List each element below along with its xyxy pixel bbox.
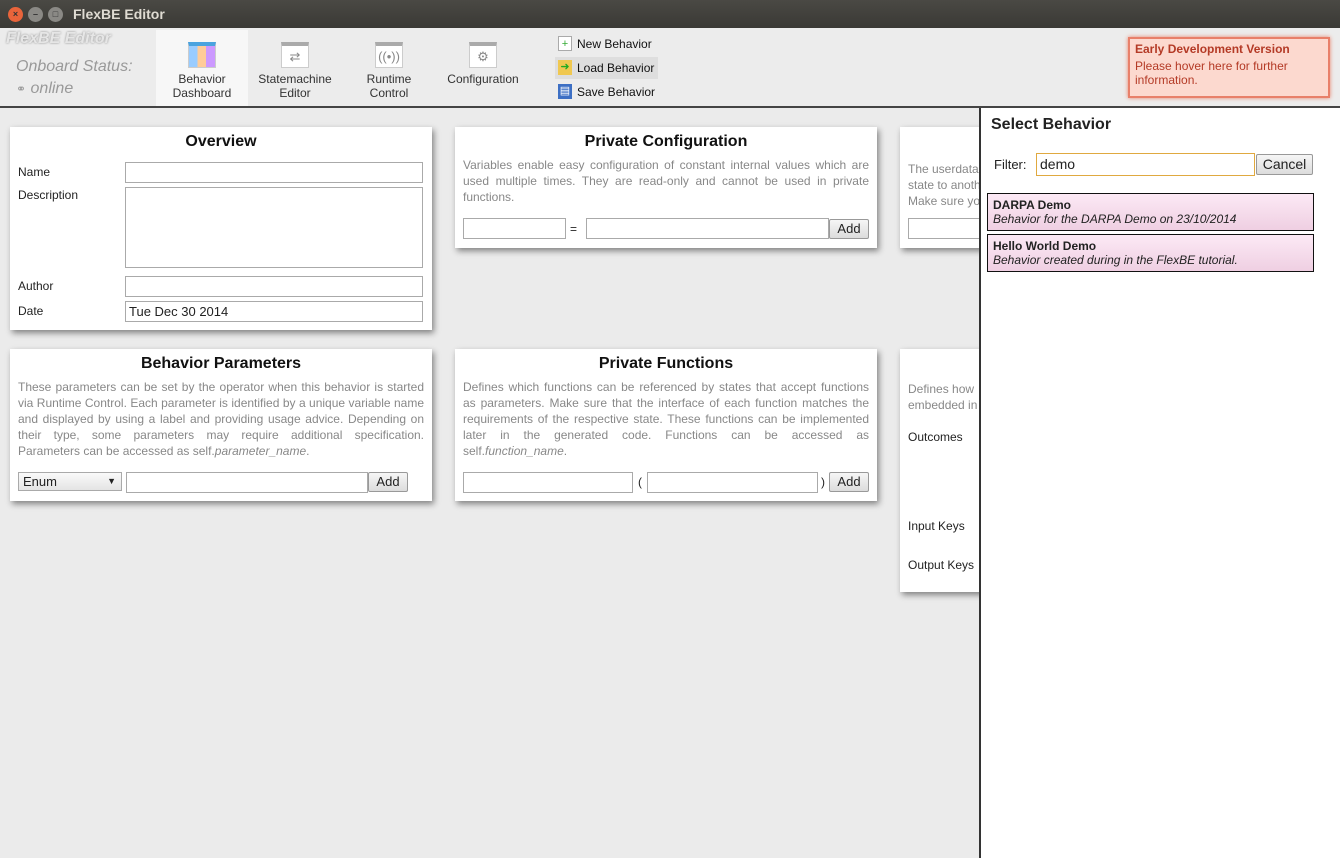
panel-description: Variables enable easy configuration of c… [463,158,869,204]
panel-title: Overview [185,133,257,150]
panel-description: These parameters can be set by the opera… [18,380,424,458]
date-label: Date [18,304,44,318]
save-disk-icon: ▤ [558,84,572,99]
title-bar: × – □ FlexBE Editor [0,0,1340,28]
action-label: New Behavior [577,37,652,51]
early-development-warning[interactable]: Early Development Version Please hover he… [1128,37,1330,98]
panel-title: Private Configuration [584,133,748,150]
outcomes-label: Outcomes [908,430,963,444]
equals-sign: = [570,222,578,236]
link-icon: ⚭ [16,82,27,96]
behavior-list-item[interactable]: Hello World Demo Behavior created during … [987,234,1314,272]
variable-name-input[interactable] [463,218,566,239]
select-behavior-panel: Select Behavior Filter: demo Cancel DARP… [979,108,1340,858]
description-em: parameter_name [214,444,307,458]
selected-type: Enum [23,474,57,489]
name-input[interactable] [125,162,423,183]
panel-title: Select Behavior [991,116,1112,133]
add-variable-button[interactable]: Add [829,219,869,239]
toolbar: FlexBE Editor Onboard Status: ⚭ online B… [0,28,1340,108]
nav-statemachine-editor[interactable]: ⇄ Statemachine Editor [249,30,341,106]
parameter-type-select[interactable]: Enum ▼ [18,472,122,491]
onboard-status: ⚭ online [16,80,73,98]
nav-configuration[interactable]: ⚙ Configuration [437,30,529,106]
nav-label: Statemachine [258,72,332,86]
new-file-icon: + [558,36,572,51]
load-folder-icon: ➜ [558,60,572,75]
warning-title: Early Development Version [1135,42,1290,56]
panel-description: Defines which functions can be reference… [463,380,869,458]
behavior-list-item[interactable]: DARPA Demo Behavior for the DARPA Demo on… [987,193,1314,231]
author-label: Author [18,279,54,293]
warning-text: Please hover here for further informatio… [1135,59,1288,87]
name-label: Name [18,165,51,179]
load-behavior-button[interactable]: ➜ Load Behavior [555,57,659,79]
onboard-status-label: Onboard Status: [16,58,133,75]
brand-logo: FlexBE Editor [6,30,111,47]
nav-label: Control [369,86,409,100]
behavior-name: Hello World Demo [993,239,1097,253]
panel-title: Behavior Parameters [140,355,302,372]
open-paren: ( [638,475,642,489]
nav-behavior-dashboard[interactable]: Behavior Dashboard [156,30,248,106]
parameter-name-input[interactable] [126,472,368,493]
overview-panel: Overview Name Description Author Date Tu… [10,127,432,330]
author-input[interactable] [125,276,423,297]
dropdown-arrow-icon: ▼ [107,476,116,486]
minimize-window-button[interactable]: – [28,7,43,22]
onboard-status-value: online [30,80,74,97]
cancel-button[interactable]: Cancel [1256,154,1313,175]
statemachine-icon: ⇄ [281,42,309,68]
function-args-input[interactable] [647,472,818,493]
action-label: Save Behavior [577,85,656,99]
nav-runtime-control[interactable]: ((•)) Runtime Control [343,30,435,106]
description-em: function_name [485,444,564,458]
date-input[interactable]: Tue Dec 30 2014 [125,301,423,322]
input-keys-label: Input Keys [908,519,965,533]
nav-label: Runtime [366,72,412,86]
nav-label: Dashboard [172,86,232,100]
behavior-name: DARPA Demo [993,198,1072,212]
variable-value-input[interactable] [586,218,829,239]
add-parameter-button[interactable]: Add [368,472,408,492]
new-behavior-button[interactable]: + New Behavior [555,33,656,55]
description-label: Description [18,188,79,202]
close-window-button[interactable]: × [8,7,23,22]
nav-label: Configuration [447,72,519,86]
behavior-description: Behavior for the DARPA Demo on 23/10/201… [993,212,1237,226]
private-functions-panel: Private Functions Defines which function… [455,349,877,501]
close-paren: ) [821,475,825,489]
save-behavior-button[interactable]: ▤ Save Behavior [555,81,659,103]
output-keys-label: Output Keys [908,558,975,572]
nav-label: Behavior [178,72,226,86]
panel-title: Private Functions [598,355,734,372]
gear-icon: ⚙ [469,42,497,68]
maximize-window-button[interactable]: □ [48,7,63,22]
function-name-input[interactable] [463,472,633,493]
dashboard-icon [188,42,216,68]
runtime-icon: ((•)) [375,42,403,68]
description-textarea[interactable] [125,187,423,268]
window-title: FlexBE Editor [73,6,165,22]
behavior-description: Behavior created during in the FlexBE tu… [993,253,1238,267]
filter-input[interactable]: demo [1036,153,1255,176]
private-configuration-panel: Private Configuration Variables enable e… [455,127,877,248]
add-function-button[interactable]: Add [829,472,869,492]
nav-label: Editor [279,86,311,100]
filter-label: Filter: [994,157,1027,172]
action-label: Load Behavior [577,61,655,75]
behavior-parameters-panel: Behavior Parameters These parameters can… [10,349,432,501]
